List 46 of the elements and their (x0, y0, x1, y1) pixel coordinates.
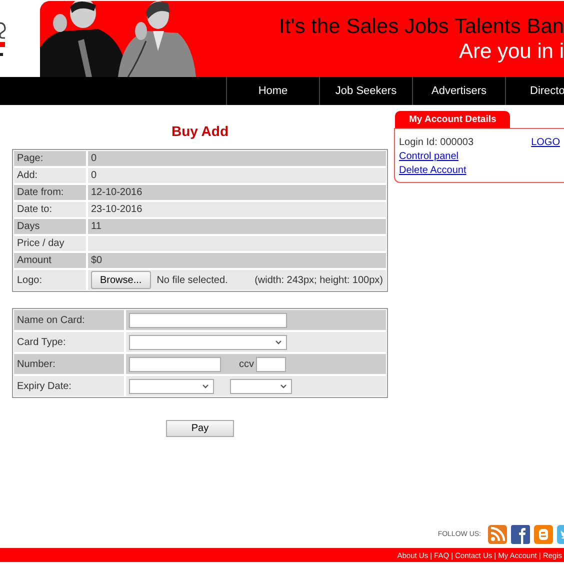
ccv-label: ccv (239, 358, 254, 370)
chevron-icon (202, 384, 209, 388)
field-value: 0 (88, 151, 386, 166)
facebook-icon[interactable] (511, 525, 530, 544)
panel-title: My Account Details (395, 111, 510, 128)
chevron-icon (275, 340, 282, 344)
page-title: Buy Add (170, 123, 230, 139)
field-label: Card Type: (14, 332, 124, 352)
rss-icon[interactable] (488, 525, 507, 544)
month-select[interactable] (129, 378, 214, 394)
chevron-icon (280, 384, 287, 388)
field-value: 0 (88, 168, 386, 183)
logout-link[interactable]: LOGO (531, 137, 560, 148)
banner-tagline: Are you in i (458, 40, 564, 64)
field-label: Name on Card: (14, 310, 124, 330)
nav-link[interactable]: Advertisers (412, 77, 505, 105)
field-label: Number: (14, 354, 124, 374)
field-label: Expiry Date: (14, 376, 124, 396)
field-label: Amount (14, 253, 86, 268)
browse-button[interactable]: Browse... (91, 271, 151, 289)
field-value: $0 (88, 253, 386, 268)
field-label: Add: (14, 168, 86, 183)
field-label: Date from: (14, 185, 86, 200)
nav-link[interactable]: Directo (505, 77, 564, 105)
banner-headline: It's the Sales Jobs Talents Ban (279, 14, 564, 40)
name-input[interactable] (129, 312, 287, 328)
year-select[interactable] (230, 378, 292, 394)
card-type-select[interactable] (129, 334, 287, 350)
number-input[interactable] (129, 356, 221, 372)
nav-link[interactable]: Home (226, 77, 319, 105)
field-label: Date to: (14, 202, 86, 217)
nav-link[interactable]: Job Seekers (319, 77, 412, 105)
pay-button[interactable]: Pay (166, 420, 234, 437)
field-label: Page: (14, 151, 86, 166)
account-link[interactable]: Delete Account (399, 165, 466, 176)
field-label: Price / day (14, 236, 86, 251)
account-link[interactable]: Control panel (399, 151, 458, 162)
file-status: No file selected. (156, 274, 228, 286)
ccv-input[interactable] (256, 356, 286, 372)
field-label: Days (14, 219, 86, 234)
field-value: 23-10-2016 (88, 202, 386, 217)
size-hint: (width: 243px; height: 100px) (254, 274, 383, 286)
login-id: Login Id: 000003 (399, 137, 474, 148)
field-value: 12-10-2016 (88, 185, 386, 200)
field-label: Logo: (14, 270, 86, 290)
field-value: 11 (88, 219, 386, 234)
